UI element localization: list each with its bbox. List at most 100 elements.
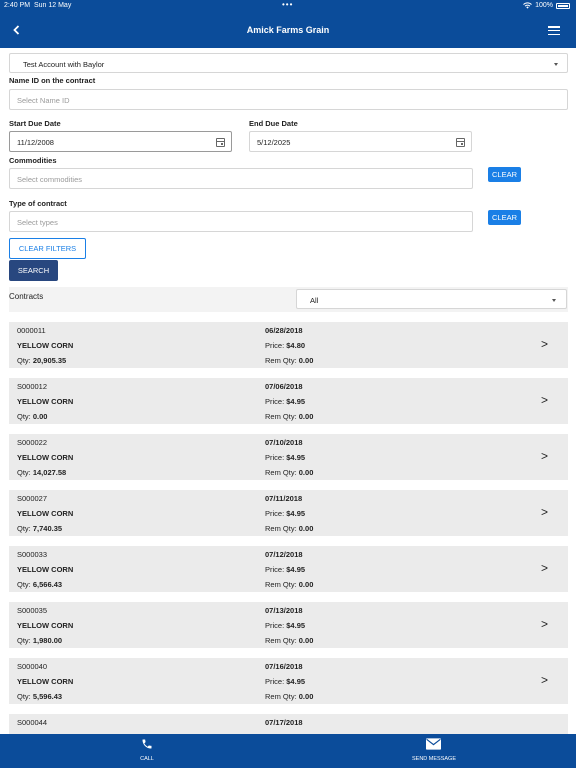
name-id-input[interactable]: Select Name ID	[9, 89, 568, 110]
contract-price: Price: $4.95	[265, 509, 306, 518]
name-id-label: Name ID on the contract	[9, 76, 96, 85]
contract-row[interactable]: S000035 YELLOW CORN Qty: 1,980.00 07/13/…	[9, 602, 568, 648]
account-select[interactable]: Test Account with Baylor	[9, 53, 568, 73]
contract-commodity: YELLOW CORN	[17, 397, 74, 406]
contract-date: 07/13/2018	[265, 606, 303, 615]
contract-price: Price: $4.95	[265, 565, 306, 574]
commodities-label: Commodities	[9, 156, 57, 165]
contract-rem-qty: Rem Qty: 0.00	[265, 692, 314, 701]
contract-type-placeholder: Select types	[17, 218, 58, 227]
status-indicators: 100%	[523, 2, 570, 9]
contract-id: S000035	[17, 606, 48, 615]
chevron-down-icon	[554, 63, 558, 66]
start-due-date-input[interactable]: 11/12/2008	[9, 131, 232, 152]
clear-filters-button[interactable]: CLEAR FILTERS	[9, 238, 86, 259]
contract-rem-qty: Rem Qty: 0.00	[265, 356, 314, 365]
contract-id: S000040	[17, 662, 48, 671]
contract-type-input[interactable]: Select types	[9, 211, 473, 232]
contract-price: Price: $4.95	[265, 453, 306, 462]
status-time: 2:40 PM Sun 12 May	[4, 2, 72, 9]
start-due-date-label: Start Due Date	[9, 119, 61, 128]
multitasking-dots[interactable]: •••	[282, 0, 293, 9]
contracts-list[interactable]: 0000011 YELLOW CORN Qty: 20,905.35 06/28…	[9, 322, 568, 734]
battery-icon	[556, 2, 570, 9]
contract-date: 07/10/2018	[265, 438, 303, 447]
envelope-icon	[426, 738, 441, 750]
contract-qty: Qty: 1,980.00	[17, 636, 63, 645]
contract-commodity: YELLOW CORN	[17, 341, 74, 350]
contract-row[interactable]: S000040 YELLOW CORN Qty: 5,596.43 07/16/…	[9, 658, 568, 704]
contract-qty: Qty: 7,740.35	[17, 524, 63, 533]
name-id-placeholder: Select Name ID	[17, 96, 70, 105]
battery-percent: 100%	[535, 2, 553, 9]
chevron-right-icon[interactable]: >	[541, 449, 548, 463]
contract-id: S000033	[17, 550, 48, 559]
start-due-date-value: 11/12/2008	[17, 138, 54, 147]
commodities-placeholder: Select commodities	[17, 175, 83, 184]
contract-price: Price: $4.80	[265, 341, 306, 350]
contract-commodity: YELLOW CORN	[17, 621, 74, 630]
contract-date: 07/06/2018	[265, 382, 303, 391]
calendar-icon[interactable]	[216, 138, 225, 147]
contract-id: S000027	[17, 494, 48, 503]
calendar-icon[interactable]	[456, 138, 465, 147]
contract-row[interactable]: S000044 07/17/2018	[9, 714, 568, 734]
contract-rem-qty: Rem Qty: 0.00	[265, 580, 314, 589]
contract-price: Price: $4.95	[265, 677, 306, 686]
contract-row[interactable]: S000027 YELLOW CORN Qty: 7,740.35 07/11/…	[9, 490, 568, 536]
contract-rem-qty: Rem Qty: 0.00	[265, 636, 314, 645]
contract-qty: Qty: 20,905.35	[17, 356, 67, 365]
status-bar: 2:40 PM Sun 12 May ••• 100%	[0, 0, 576, 12]
contract-price: Price: $4.95	[265, 621, 306, 630]
contract-qty: Qty: 5,596.43	[17, 692, 63, 701]
chevron-right-icon[interactable]: >	[541, 561, 548, 575]
end-due-date-input[interactable]: 5/12/2025	[249, 131, 472, 152]
chevron-right-icon[interactable]: >	[541, 337, 548, 351]
end-due-date-label: End Due Date	[249, 119, 298, 128]
contract-commodity: YELLOW CORN	[17, 565, 74, 574]
navigation-bar: Amick Farms Grain	[0, 12, 576, 48]
contract-id: S000012	[17, 382, 48, 391]
contract-type-label: Type of contract	[9, 199, 67, 208]
contract-rem-qty: Rem Qty: 0.00	[265, 412, 314, 421]
contract-date: 07/12/2018	[265, 550, 303, 559]
call-tab[interactable]: CALL	[117, 734, 177, 768]
chevron-right-icon[interactable]: >	[541, 505, 548, 519]
contract-qty: Qty: 0.00	[17, 412, 48, 421]
contract-date: 07/11/2018	[265, 494, 303, 503]
contract-commodity: YELLOW CORN	[17, 677, 74, 686]
chevron-right-icon[interactable]: >	[541, 673, 548, 687]
page-title: Amick Farms Grain	[246, 25, 330, 35]
contract-date: 07/16/2018	[265, 662, 303, 671]
clear-contract-type-button[interactable]: CLEAR	[488, 210, 521, 225]
contract-row[interactable]: S000012 YELLOW CORN Qty: 0.00 07/06/2018…	[9, 378, 568, 424]
bottom-tab-bar: CALL SEND MESSAGE	[0, 734, 576, 768]
end-due-date-value: 5/12/2025	[257, 138, 291, 147]
contract-id: S000022	[17, 438, 48, 447]
commodities-input[interactable]: Select commodities	[9, 168, 473, 189]
contract-price: Price: $4.95	[265, 397, 306, 406]
contract-id: S000044	[17, 718, 48, 727]
contract-row[interactable]: S000022 YELLOW CORN Qty: 14,027.58 07/10…	[9, 434, 568, 480]
phone-icon	[142, 739, 152, 749]
chevron-down-icon	[552, 299, 556, 302]
contract-date: 07/17/2018	[265, 718, 303, 727]
contract-qty: Qty: 6,566.43	[17, 580, 63, 589]
contract-commodity: YELLOW CORN	[17, 453, 74, 462]
search-button[interactable]: SEARCH	[9, 260, 58, 281]
contract-date: 06/28/2018	[265, 326, 303, 335]
clear-commodities-button[interactable]: CLEAR	[488, 167, 521, 182]
contract-row[interactable]: 0000011 YELLOW CORN Qty: 20,905.35 06/28…	[9, 322, 568, 368]
send-message-tab[interactable]: SEND MESSAGE	[399, 734, 469, 768]
hamburger-menu-icon[interactable]	[548, 26, 560, 36]
contract-rem-qty: Rem Qty: 0.00	[265, 468, 314, 477]
send-message-tab-label: SEND MESSAGE	[411, 756, 456, 762]
wifi-icon	[523, 2, 532, 9]
contract-id: 0000011	[17, 326, 46, 335]
contracts-filter-value: All	[310, 296, 319, 305]
chevron-right-icon[interactable]: >	[541, 617, 548, 631]
call-tab-label: CALL	[140, 756, 154, 762]
contract-row[interactable]: S000033 YELLOW CORN Qty: 6,566.43 07/12/…	[9, 546, 568, 592]
contracts-filter-select[interactable]: All	[296, 289, 567, 309]
chevron-right-icon[interactable]: >	[541, 393, 548, 407]
